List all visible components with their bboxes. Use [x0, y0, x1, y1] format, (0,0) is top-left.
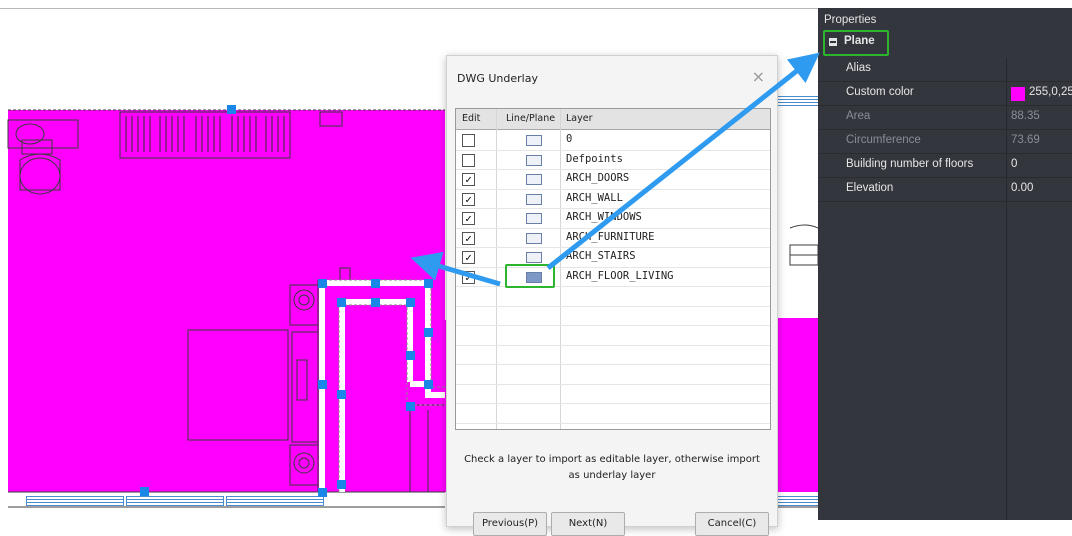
window-bottom-3: [226, 496, 324, 506]
selection-grip[interactable]: [406, 298, 415, 307]
layer-row[interactable]: ✓ ARCH_WALL: [456, 189, 770, 209]
edit-checkbox-checked[interactable]: ✓: [462, 270, 475, 284]
plane-group-header[interactable]: Plane: [823, 30, 905, 56]
edit-checkbox-checked[interactable]: ✓: [462, 192, 475, 206]
layer-row[interactable]: 0: [456, 130, 770, 151]
selection-grip[interactable]: [371, 279, 380, 288]
property-key: Custom color: [846, 86, 914, 98]
layer-name: ARCH_WALL: [566, 191, 623, 204]
collapse-icon[interactable]: [829, 38, 837, 46]
cancel-button[interactable]: Cancel(C): [695, 512, 769, 536]
layer-name: ARCH_FLOOR_LIVING: [566, 269, 674, 282]
line-plane-icon[interactable]: [526, 174, 542, 185]
property-value[interactable]: 0: [1011, 158, 1017, 170]
dwg-underlay-dialog: DWG Underlay × Edit Line/Plane Layer 0 D…: [446, 55, 778, 536]
window-right-top: [776, 96, 818, 106]
selection-grip[interactable]: [318, 380, 327, 389]
import-hint-text: Check a layer to import as editable laye…: [464, 454, 760, 481]
edit-checkbox[interactable]: [462, 153, 475, 167]
layer-row[interactable]: ✓ ARCH_DOORS: [456, 169, 770, 190]
selection-grip[interactable]: [227, 105, 236, 114]
line-plane-icon[interactable]: [526, 213, 542, 224]
layer-row[interactable]: ✓ ARCH_STAIRS: [456, 247, 770, 268]
property-row-circumference: Circumference 73.69: [818, 130, 1072, 154]
layer-table: Edit Line/Plane Layer 0 Defpoints ✓ ARCH…: [455, 108, 771, 430]
edit-checkbox[interactable]: [462, 134, 475, 147]
layer-row[interactable]: ✓ ARCH_FURNITURE: [456, 228, 770, 248]
column-header-layer[interactable]: Layer: [566, 113, 593, 124]
window-right-bottom: [776, 496, 818, 506]
line-plane-icon[interactable]: [526, 193, 542, 205]
selection-grip[interactable]: [371, 298, 380, 307]
selection-grip[interactable]: [424, 279, 433, 288]
line-plane-icon[interactable]: [526, 252, 542, 263]
column-header-line-plane[interactable]: Line/Plane: [506, 113, 555, 124]
column-header-edit[interactable]: Edit: [462, 113, 480, 124]
window-bottom-1: [26, 496, 124, 506]
property-value[interactable]: 0.00: [1011, 182, 1033, 194]
selection-grip[interactable]: [406, 402, 415, 411]
line-plane-icon[interactable]: [526, 154, 542, 166]
layer-name: Defpoints: [566, 152, 623, 165]
properties-title: Properties: [824, 14, 877, 26]
layer-table-header: Edit Line/Plane Layer: [456, 109, 770, 130]
empty-row: [456, 364, 770, 385]
selection-grip[interactable]: [337, 298, 346, 307]
property-value: 88.35: [1011, 110, 1040, 122]
property-key: Area: [846, 110, 871, 122]
selection-grip[interactable]: [337, 390, 346, 399]
edit-checkbox-checked[interactable]: ✓: [462, 251, 475, 264]
layer-name: ARCH_STAIRS: [566, 250, 636, 262]
layer-name: 0: [566, 133, 573, 145]
edit-checkbox-checked[interactable]: ✓: [462, 231, 475, 245]
empty-row: [456, 403, 770, 424]
edit-checkbox-checked[interactable]: ✓: [462, 173, 475, 186]
layer-row-selected[interactable]: ✓ ARCH_FLOOR_LIVING: [456, 267, 770, 287]
previous-button[interactable]: Previous(P): [473, 512, 547, 536]
edit-checkbox-checked[interactable]: ✓: [462, 212, 475, 225]
property-row-area: Area 88.35: [818, 106, 1072, 130]
layer-name: ARCH_FURNITURE: [566, 230, 655, 243]
layer-name: ARCH_DOORS: [566, 172, 630, 184]
selection-grip[interactable]: [318, 279, 327, 288]
property-key: Elevation: [846, 182, 894, 194]
property-key: Alias: [846, 62, 871, 74]
plane-group-label: Plane: [844, 35, 875, 47]
line-plane-icon[interactable]: [526, 232, 542, 244]
properties-panel: Properties Plane Alias Custom color 255,…: [818, 8, 1072, 520]
empty-row: [456, 306, 770, 326]
dialog-title: DWG Underlay: [457, 72, 538, 85]
close-icon[interactable]: ×: [752, 67, 765, 86]
empty-row: [456, 384, 770, 404]
property-value: 73.69: [1011, 134, 1040, 146]
selection-grip[interactable]: [406, 351, 415, 360]
plane-toggle-highlight: [505, 264, 555, 288]
line-plane-icon[interactable]: [526, 135, 542, 146]
layer-name: ARCH_WINDOWS: [566, 211, 642, 223]
empty-row: [456, 345, 770, 365]
property-row-elevation[interactable]: Elevation 0.00: [818, 178, 1072, 202]
property-row-building-floors[interactable]: Building number of floors 0: [818, 154, 1072, 178]
next-button[interactable]: Next(N): [551, 512, 625, 536]
selection-grip[interactable]: [318, 488, 327, 497]
empty-row: [456, 325, 770, 346]
property-row-alias[interactable]: Alias: [818, 58, 1072, 82]
empty-row: [456, 286, 770, 307]
selection-grip[interactable]: [424, 328, 433, 337]
selection-grip[interactable]: [140, 487, 149, 496]
property-row-custom-color[interactable]: Custom color 255,0,255: [818, 82, 1072, 106]
layer-row[interactable]: Defpoints: [456, 150, 770, 170]
property-value[interactable]: 255,0,255: [1029, 86, 1072, 98]
window-bottom-2: [126, 496, 224, 506]
property-key: Circumference: [846, 134, 921, 146]
selection-grip[interactable]: [337, 480, 346, 489]
color-swatch[interactable]: [1011, 87, 1025, 101]
property-key: Building number of floors: [846, 158, 974, 170]
layer-row[interactable]: ✓ ARCH_WINDOWS: [456, 208, 770, 229]
selection-grip[interactable]: [424, 380, 433, 389]
